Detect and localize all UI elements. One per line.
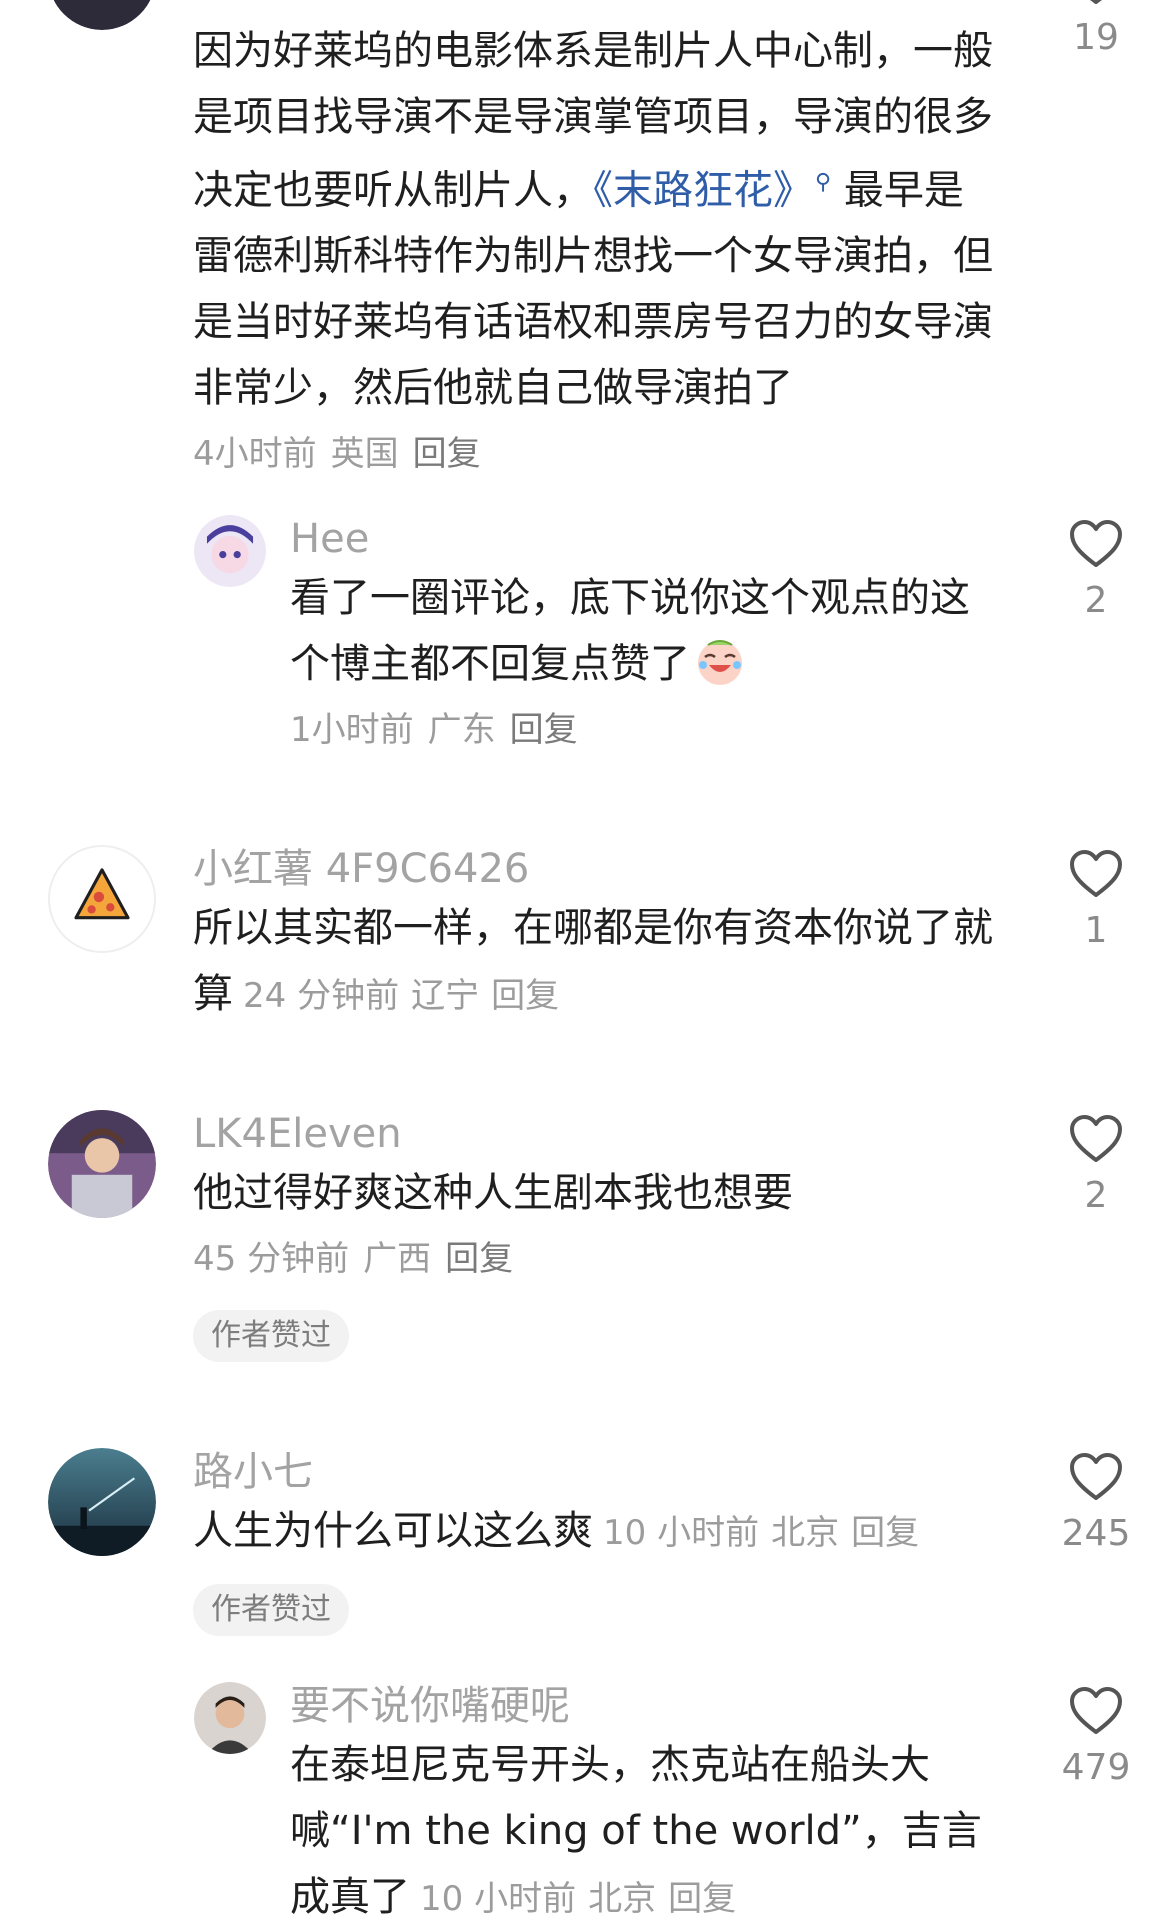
comment-meta: 45 分钟前 广西 回复: [193, 1226, 993, 1292]
comment-text: 因为好莱坞的电影体系是制片人中心制，一般是项目找导演不是导演掌管项目，导演的很多…: [193, 28, 993, 412]
like-count: 2: [1084, 1175, 1108, 1216]
like-count: 245: [1061, 1513, 1131, 1554]
username[interactable]: Hee: [290, 513, 1002, 565]
location: 英国: [330, 434, 399, 475]
location: 北京: [588, 1879, 657, 1919]
avatar[interactable]: [48, 0, 156, 30]
reply-button[interactable]: 回复: [510, 710, 578, 750]
like-count: 479: [1061, 1747, 1131, 1788]
avatar[interactable]: [48, 1448, 156, 1556]
comment-meta: 4小时前 英国 回复: [193, 421, 993, 487]
avatar[interactable]: [194, 515, 266, 587]
reply-button[interactable]: 回复: [668, 1879, 736, 1919]
avatar[interactable]: [194, 1682, 266, 1754]
location: 北京: [771, 1513, 840, 1553]
reply-button[interactable]: 回复: [851, 1513, 919, 1553]
comment-meta: 10 小时前 北京 回复: [603, 1513, 931, 1553]
like-button[interactable]: 1: [1056, 849, 1136, 959]
avatar[interactable]: [48, 845, 156, 953]
timestamp: 10 小时前: [603, 1513, 760, 1553]
reply-button[interactable]: 回复: [445, 1239, 513, 1279]
search-link[interactable]: 《末路狂花》: [593, 167, 813, 213]
timestamp: 1小时前: [290, 710, 414, 750]
comment-meta: 10 小时前 北京 回复: [420, 1879, 748, 1919]
username[interactable]: LK4Eleven: [193, 1108, 993, 1160]
avatar[interactable]: [48, 1110, 156, 1218]
like-count: 19: [1073, 17, 1119, 58]
like-button[interactable]: 245: [1056, 1452, 1136, 1562]
like-count: 2: [1084, 580, 1108, 621]
reply-button[interactable]: 回复: [491, 976, 559, 1016]
location: 广东: [427, 710, 496, 750]
author-liked-badge: 作者赞过: [193, 1584, 349, 1636]
comment-meta: 24 分钟前 辽宁 回复: [243, 976, 571, 1016]
like-button[interactable]: 479: [1056, 1686, 1136, 1796]
timestamp: 4小时前: [193, 434, 317, 475]
like-count: 1: [1084, 910, 1108, 951]
timestamp: 10 小时前: [420, 1879, 577, 1919]
like-button[interactable]: 19: [1056, 0, 1136, 66]
search-icon[interactable]: ⚲: [815, 170, 831, 195]
comment-text: 他过得好爽这种人生剧本我也想要: [193, 1170, 793, 1216]
laughing-crying-emoji: [698, 640, 742, 685]
heart-outline-icon: [1090, 0, 1102, 4]
username[interactable]: 小红薯 4F9C6426: [193, 843, 993, 895]
location: 辽宁: [411, 976, 480, 1016]
like-button[interactable]: 2: [1056, 519, 1136, 629]
username[interactable]: 路小七: [193, 1446, 993, 1498]
heart-outline-icon: [1070, 1115, 1122, 1162]
username[interactable]: 要不说你嘴硬呢: [290, 1680, 1002, 1732]
comment-text: 人生为什么可以这么爽 10 小时前 北京 回复: [193, 1498, 993, 1566]
comment-text: 在泰坦尼克号开头，杰克站在船头大喊“I'm the king of the wo…: [290, 1742, 982, 1920]
comment-meta: 1小时前 广东 回复: [290, 697, 1002, 763]
location: 广西: [363, 1239, 432, 1279]
reply-button[interactable]: 回复: [413, 434, 481, 474]
heart-outline-icon: [1070, 1453, 1122, 1500]
comment-text: 所以其实都一样，在哪都是你有资本你说了就算 24 分钟前 辽宁 回复: [193, 905, 993, 1017]
heart-outline-icon: [1070, 850, 1122, 897]
timestamp: 24 分钟前: [243, 976, 400, 1016]
heart-outline-icon: [1070, 1687, 1122, 1734]
comment-text: 看了一圈评论，底下说你这个观点的这个博主都不回复点赞了: [290, 575, 970, 687]
author-liked-badge: 作者赞过: [193, 1310, 349, 1362]
timestamp: 45 分钟前: [193, 1239, 350, 1279]
heart-outline-icon: [1070, 520, 1122, 567]
like-button[interactable]: 2: [1056, 1114, 1136, 1224]
